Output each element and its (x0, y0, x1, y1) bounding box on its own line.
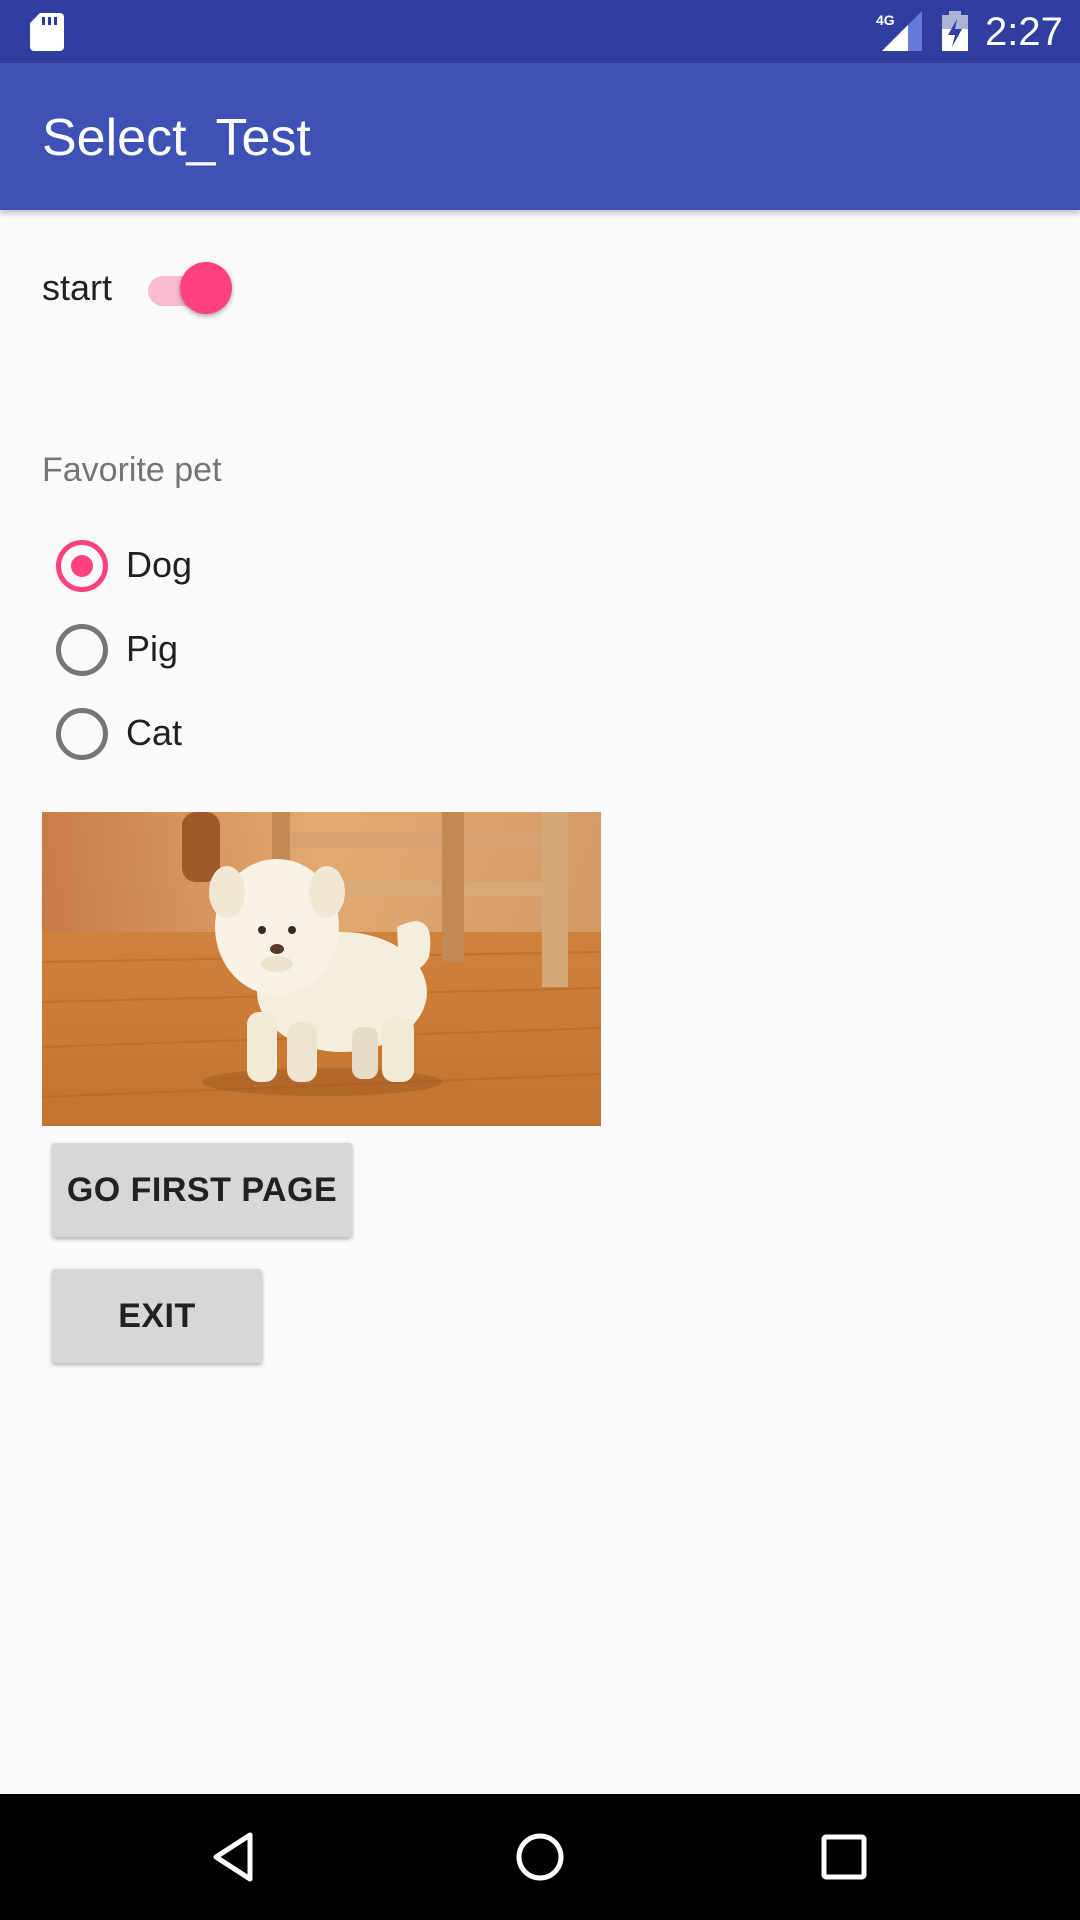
radio-label-dog: Dog (126, 544, 193, 585)
radio-button-unchecked[interactable] (56, 708, 108, 760)
exit-button[interactable]: EXIT (52, 1269, 262, 1363)
home-icon[interactable] (510, 1827, 570, 1887)
navigation-bar (0, 1794, 1080, 1920)
go-first-page-button[interactable]: GO FIRST PAGE (52, 1143, 352, 1237)
radio-pig[interactable]: Pig (56, 619, 356, 679)
radio-button-checked[interactable] (56, 540, 108, 592)
radio-button-unchecked[interactable] (56, 624, 108, 676)
switch-thumb[interactable] (180, 262, 232, 314)
status-time: 2:27 (985, 10, 1063, 54)
signal-4g-icon: 4G (876, 11, 922, 51)
radio-cat[interactable]: Cat (56, 703, 356, 763)
svg-text:4G: 4G (876, 12, 895, 28)
app-title: Select_Test (42, 109, 311, 167)
switch-label: start (42, 267, 113, 308)
radio-label-cat: Cat (126, 712, 183, 753)
sd-card-icon (30, 13, 64, 51)
radio-label-pig: Pig (126, 628, 179, 669)
start-switch[interactable]: start (42, 256, 262, 322)
favorite-pet-label: Favorite pet (42, 451, 222, 489)
pet-image (42, 812, 601, 1126)
recents-icon[interactable] (814, 1827, 874, 1887)
radio-dog[interactable]: Dog (56, 535, 356, 595)
back-icon[interactable] (206, 1827, 266, 1887)
app-bar: Select_Test (0, 63, 1080, 210)
radio-dot (71, 555, 93, 577)
status-bar: 4G 2:27 (0, 0, 1080, 63)
battery-charging-icon (942, 11, 968, 51)
